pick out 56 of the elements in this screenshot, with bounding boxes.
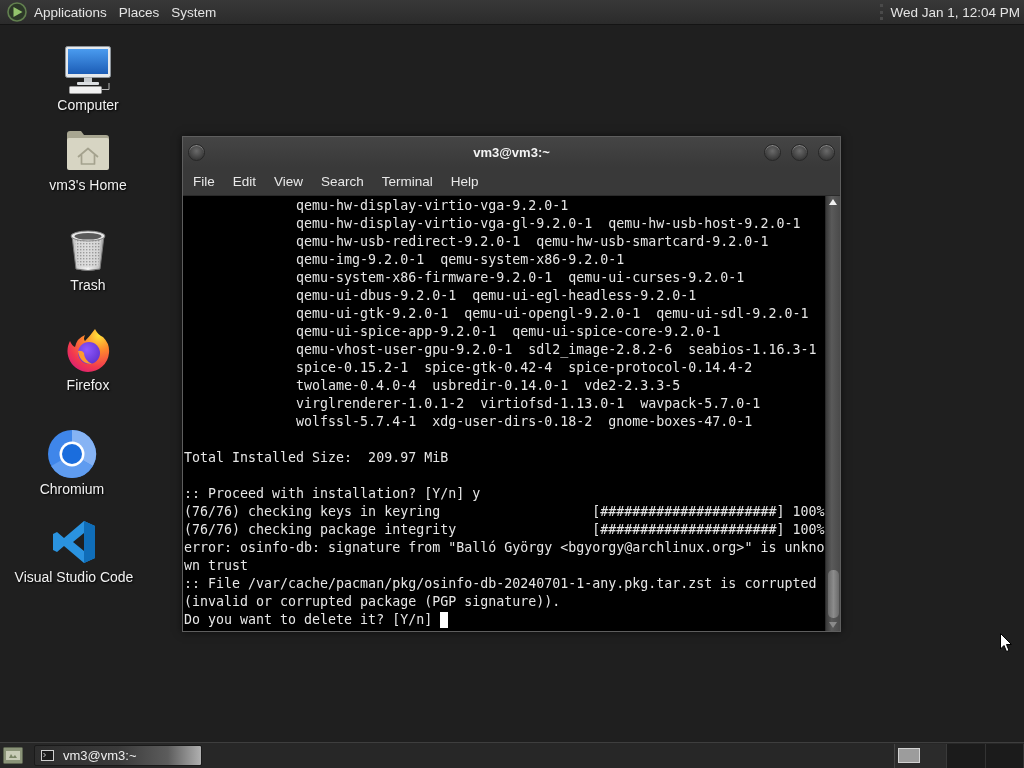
- terminal-line: error: osinfo-db: signature from "Balló György <bgyorgy@archlinux.org>" is unkno: [184, 540, 825, 555]
- workspace-switcher[interactable]: [894, 743, 1024, 768]
- terminal-line: wn trust: [184, 558, 249, 573]
- terminal-line: qemu-vhost-user-gpu-9.2.0-1 sdl2_image-2.8.2-6 seabios-1.16.3-1: [296, 342, 817, 357]
- terminal-line: :: File /var/cache/pacman/pkg/osinfo-db-20240701-1-any.pkg.tar.zst is corrupted: [184, 576, 817, 591]
- menu-logo-icon[interactable]: [6, 1, 28, 23]
- menu-item[interactable]: Terminal: [372, 168, 442, 194]
- scrollbar[interactable]: [825, 196, 840, 631]
- terminal-line: qemu-system-x86-firmware-9.2.0-1 qemu-ui-curses-9.2.0-1: [296, 270, 745, 285]
- desktop-icon-label[interactable]: vm3's Home: [49, 177, 127, 193]
- terminal-icon: [41, 750, 54, 761]
- desktop-icon-label[interactable]: Firefox: [66, 377, 110, 393]
- desktop-icon-label[interactable]: Chromium: [39, 481, 105, 497]
- menu-item[interactable]: Help: [441, 168, 488, 194]
- terminal-line: :: Proceed with installation? [Y/n] y: [184, 486, 481, 501]
- mouse-pointer-icon: [1000, 633, 1012, 652]
- desktop-icon-label[interactable]: Trash: [70, 277, 106, 293]
- computer-icon[interactable]: [62, 45, 114, 95]
- terminal-line: virglrenderer-1.0.1-2 virtiofsd-1.13.0-1 wavpack-5.7.0-1: [296, 396, 761, 411]
- window-title: vm3@vm3:~: [473, 144, 550, 160]
- vscode-icon[interactable]: [52, 520, 96, 564]
- terminal-line: qemu-ui-spice-app-9.2.0-1 qemu-ui-spice-core-9.2.0-1: [296, 324, 721, 339]
- terminal-line: spice-0.15.2-1 spice-gtk-0.42-4 spice-protocol-0.14.4-2: [296, 360, 753, 375]
- terminal-line: Do you want to delete it? [Y/n]: [184, 612, 433, 627]
- desktop-icon-label[interactable]: Computer: [57, 97, 119, 113]
- terminal-line: qemu-hw-usb-redirect-9.2.0-1 qemu-hw-usb-smartcard-9.2.0-1: [296, 234, 769, 249]
- panel-menu[interactable]: System: [165, 0, 223, 24]
- terminal-line: Total Installed Size: 209.97 MiB: [184, 450, 449, 465]
- show-desktop-icon[interactable]: [3, 747, 23, 764]
- terminal-line: wolfssl-5.7.4-1 xdg-user-dirs-0.18-2 gnome-boxes-47.0-1: [296, 414, 753, 429]
- terminal-line: qemu-img-9.2.0-1 qemu-system-x86-9.2.0-1: [296, 252, 625, 267]
- menu-item[interactable]: View: [265, 168, 313, 194]
- minimize-button[interactable]: [764, 143, 781, 161]
- panel-menu[interactable]: Applications: [28, 0, 113, 24]
- trash-icon[interactable]: [68, 228, 108, 272]
- menu-item[interactable]: Edit: [223, 168, 266, 194]
- terminal-line: qemu-ui-dbus-9.2.0-1 qemu-ui-egl-headless-9.2.0-1: [296, 288, 697, 303]
- desktop-icon-label[interactable]: Visual Studio Code: [14, 569, 134, 585]
- terminal-area[interactable]: [183, 196, 825, 631]
- menu-item[interactable]: Search: [312, 168, 373, 194]
- clock[interactable]: Wed Jan 1, 12:04 PM: [890, 4, 1020, 20]
- terminal-line: (76/76) checking package integrity [######################] 100%: [184, 522, 825, 537]
- menu-item[interactable]: File: [184, 168, 224, 194]
- terminal-line: (invalid or corrupted package (PGP signature)).: [184, 594, 561, 609]
- terminal-line: twolame-0.4.0-4 usbredir-0.14.0-1 vde2-2.3.3-5: [296, 378, 681, 393]
- home-folder-icon[interactable]: [65, 129, 111, 171]
- panel-menu[interactable]: Places: [112, 0, 166, 24]
- taskbar-button[interactable]: vm3@vm3:~: [34, 745, 202, 766]
- scrollbar-thumb[interactable]: [827, 570, 839, 618]
- workspace-window-icon: [898, 748, 920, 763]
- terminal-line: (76/76) checking keys in keyring [######################] 100%: [184, 504, 825, 519]
- scroll-up-icon[interactable]: [829, 199, 837, 205]
- terminal-line: qemu-hw-display-virtio-vga-gl-9.2.0-1 qemu-hw-usb-host-9.2.0-1: [296, 216, 801, 231]
- terminal-line: qemu-hw-display-virtio-vga-9.2.0-1: [296, 198, 569, 213]
- terminal-line: qemu-ui-gtk-9.2.0-1 qemu-ui-opengl-9.2.0-1 qemu-ui-sdl-9.2.0-1: [296, 306, 809, 321]
- chromium-icon[interactable]: [47, 429, 97, 479]
